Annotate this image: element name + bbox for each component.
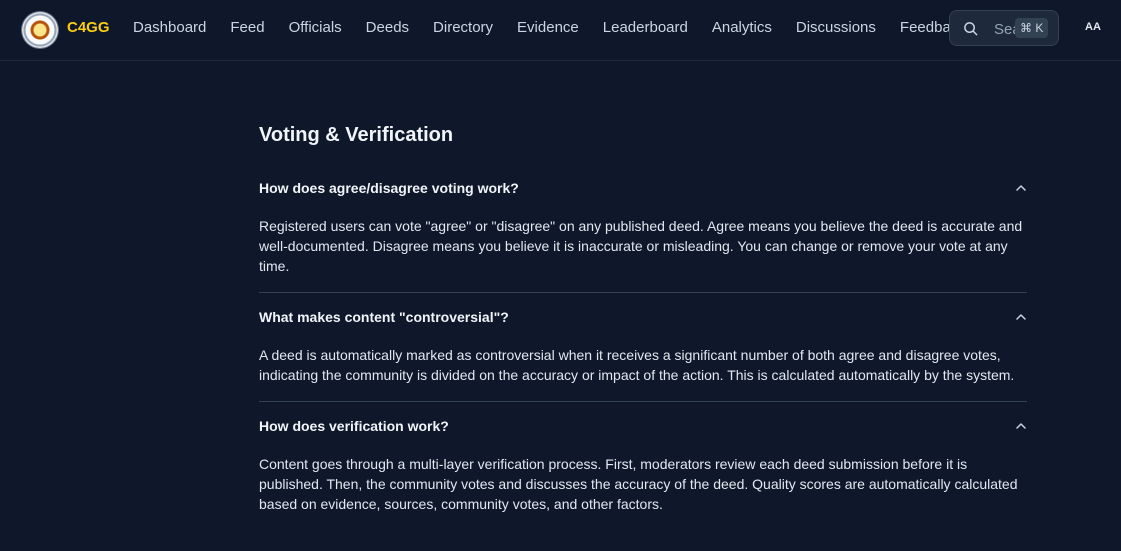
nav-evidence[interactable]: Evidence — [517, 19, 579, 36]
nav-deeds[interactable]: Deeds — [366, 19, 409, 36]
nav-feed[interactable]: Feed — [230, 19, 264, 36]
search-button[interactable]: Sea ⌘ K — [949, 10, 1059, 46]
nav-analytics[interactable]: Analytics — [712, 19, 772, 36]
search-shortcut: ⌘ K — [1015, 18, 1049, 38]
chevron-up-icon[interactable] — [1015, 311, 1027, 323]
faq-question-text: How does verification work? — [259, 418, 449, 434]
top-navbar: C4GG Dashboard Feed Officials Deeds Dire… — [0, 0, 1121, 61]
faq-question[interactable]: What makes content "controversial"? — [259, 309, 1027, 329]
brand-name[interactable]: C4GG — [67, 19, 110, 36]
chevron-up-icon[interactable] — [1015, 420, 1027, 432]
faq-item: How does verification work? Content goes… — [259, 418, 1027, 514]
section-title: Voting & Verification — [259, 124, 454, 146]
nav-officials[interactable]: Officials — [289, 19, 342, 36]
faq-question-text: What makes content "controversial"? — [259, 309, 509, 325]
faq-question-text: How does agree/disagree voting work? — [259, 180, 519, 196]
faq-item: What makes content "controversial"? A de… — [259, 309, 1027, 385]
nav-leaderboard[interactable]: Leaderboard — [603, 19, 688, 36]
divider — [259, 292, 1027, 293]
chevron-up-icon[interactable] — [1015, 182, 1027, 194]
nav-directory[interactable]: Directory — [433, 19, 493, 36]
faq-answer: A deed is automatically marked as contro… — [259, 347, 1015, 383]
faq-answer: Content goes through a multi-layer verif… — [259, 456, 1018, 512]
divider — [259, 401, 1027, 402]
faq-item: How does agree/disagree voting work? Reg… — [259, 180, 1027, 276]
text-size-toggle[interactable]: AA — [1085, 21, 1101, 33]
faq-question[interactable]: How does agree/disagree voting work? — [259, 180, 1027, 200]
nav-discussions[interactable]: Discussions — [796, 19, 876, 36]
search-icon — [964, 22, 978, 36]
nav-dashboard[interactable]: Dashboard — [133, 19, 206, 36]
seal-logo[interactable] — [22, 12, 58, 48]
faq-answer: Registered users can vote "agree" or "di… — [259, 218, 1023, 274]
nav-links: Dashboard Feed Officials Deeds Directory… — [133, 19, 990, 36]
faq-question[interactable]: How does verification work? — [259, 418, 1027, 438]
